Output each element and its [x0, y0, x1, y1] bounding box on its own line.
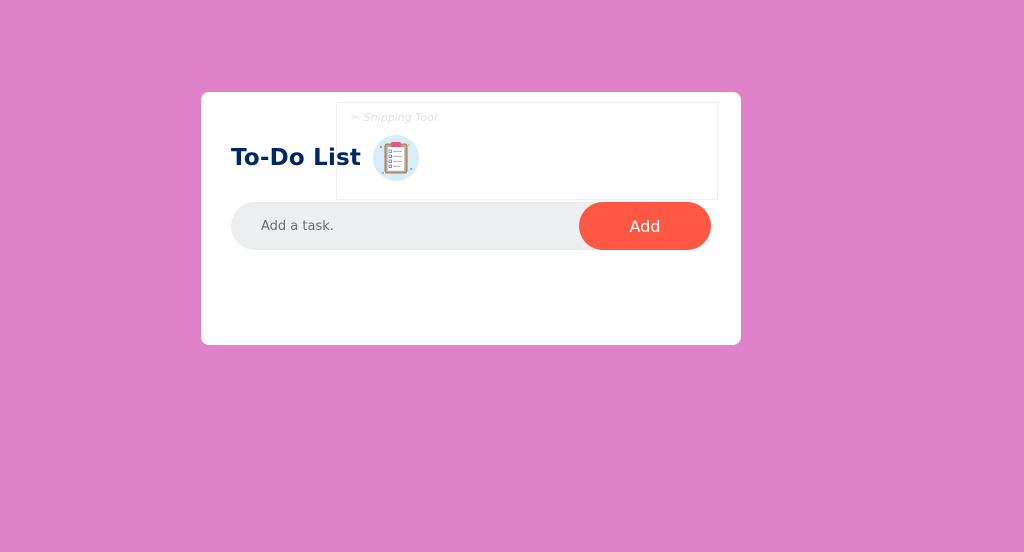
clipboard-checklist-icon-graphic: [379, 142, 413, 174]
todo-card: ✂ Snipping Tool To-Do List Add a task. A…: [201, 92, 741, 345]
clipboard-checklist-icon: [373, 135, 420, 181]
title-row: To-Do List: [231, 134, 420, 182]
add-button[interactable]: Add: [579, 202, 711, 250]
task-input[interactable]: [231, 202, 571, 250]
add-task-row: Add: [231, 202, 711, 250]
snipping-tool-label: ✂ Snipping Tool: [351, 111, 438, 124]
page-title: To-Do List: [231, 145, 362, 171]
